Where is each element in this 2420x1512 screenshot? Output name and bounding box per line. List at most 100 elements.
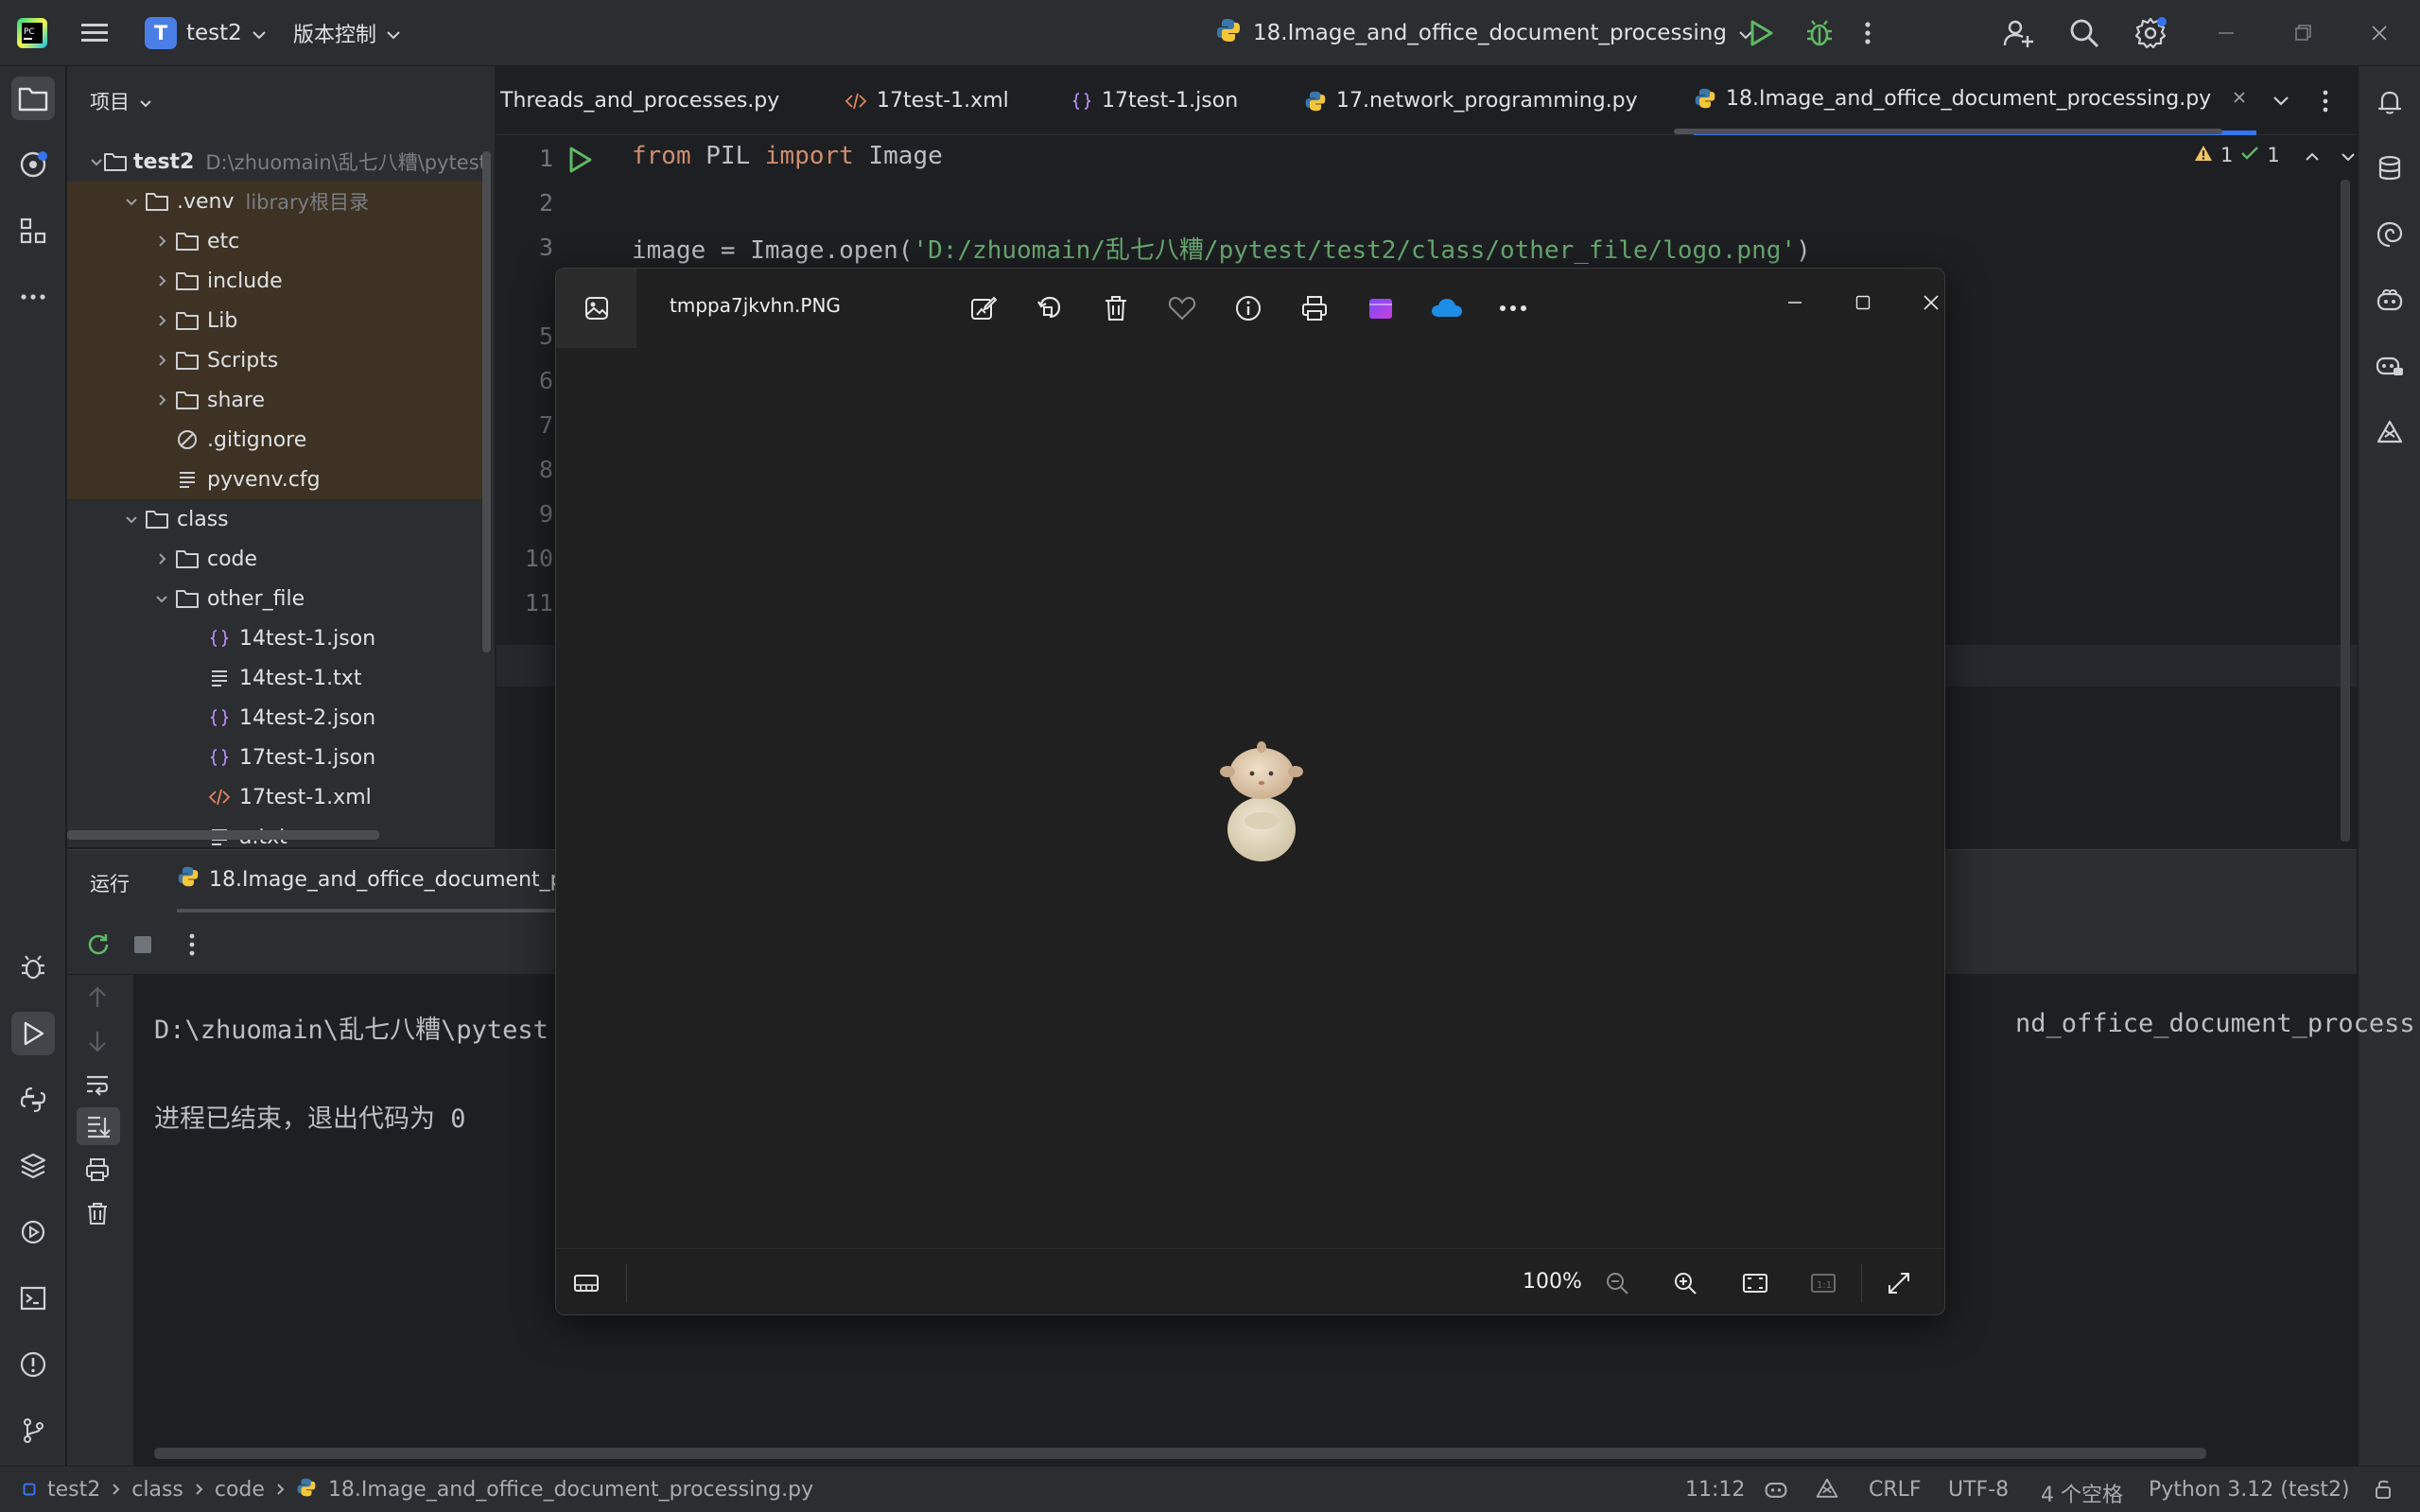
run-tool-icon[interactable] <box>11 1012 55 1055</box>
ai-status-icon[interactable] <box>1814 1477 1840 1507</box>
arrow-down-icon[interactable] <box>86 1028 109 1060</box>
copilot-status-icon[interactable] <box>1763 1477 1789 1507</box>
displayed-image[interactable] <box>1214 732 1309 864</box>
rerun-icon[interactable] <box>86 931 113 964</box>
tree-item-lib[interactable]: Lib <box>67 301 483 340</box>
tree-item-share[interactable]: share <box>67 380 483 420</box>
arrow-up-icon[interactable] <box>86 984 109 1017</box>
code-line-3[interactable]: image = Image.open('D:/zhuomain/乱七八糟/pyt… <box>632 231 1811 266</box>
delete-icon[interactable] <box>1095 287 1137 329</box>
stop-icon[interactable] <box>131 933 154 962</box>
tree-item-code[interactable]: code <box>67 539 483 579</box>
debug-tool-icon[interactable] <box>11 946 55 989</box>
breadcrumb-item[interactable]: 18.Image_and_office_document_processing.… <box>328 1478 813 1502</box>
rotate-icon[interactable] <box>1029 287 1071 329</box>
ai-assistant-icon[interactable] <box>2368 411 2411 455</box>
tree-root-test2[interactable]: test2 D:\zhuomain\乱七八糟\pytest <box>67 142 487 182</box>
filmstrip-icon[interactable] <box>566 1262 607 1304</box>
scroll-to-end-icon[interactable] <box>77 1107 120 1145</box>
project-horizontal-scrollbar[interactable] <box>67 830 379 840</box>
git-icon[interactable] <box>11 1409 55 1452</box>
run-gutter-icon[interactable] <box>566 146 593 180</box>
file-info-icon[interactable] <box>1227 287 1269 329</box>
more-tools-icon[interactable] <box>11 275 55 319</box>
structure-tool-icon[interactable] <box>11 209 55 252</box>
console-horizontal-scrollbar[interactable] <box>154 1448 2206 1459</box>
clipchamp-icon[interactable] <box>1360 287 1402 329</box>
services-icon[interactable] <box>11 1210 55 1254</box>
project-panel-header[interactable]: 项目 <box>67 66 495 136</box>
zoom-level[interactable]: 100% <box>1523 1270 1582 1294</box>
copilot-chat-icon[interactable] <box>2368 345 2411 389</box>
python-console-icon[interactable] <box>11 1078 55 1121</box>
tab-more-icon[interactable] <box>2322 66 2329 135</box>
add-user-icon[interactable] <box>2002 0 2034 66</box>
inspection-widget[interactable]: 1 1 <box>2194 144 2356 166</box>
notifications-bell-icon[interactable] <box>2368 80 2411 124</box>
indent-setting[interactable]: 4 个空格 <box>2041 1478 2123 1508</box>
print-icon[interactable] <box>84 1156 111 1189</box>
trash-icon[interactable] <box>84 1200 111 1232</box>
project-tool-icon[interactable] <box>11 77 55 120</box>
run-button[interactable] <box>1748 0 1774 66</box>
close-window-icon[interactable] <box>2370 0 2389 66</box>
editor-vertical-scrollbar[interactable] <box>2341 180 2350 842</box>
tree-item-17test-1-json[interactable]: 17test-1.json <box>67 738 483 777</box>
breadcrumb-item[interactable]: test2 <box>47 1478 100 1502</box>
minimize-window-icon[interactable] <box>2217 0 2236 66</box>
tab-17test-1-xml[interactable]: 17test-1.xml <box>844 66 1009 135</box>
viewer-minimize-icon[interactable] <box>1774 282 1816 323</box>
tree-item-scripts[interactable]: Scripts <box>67 340 483 380</box>
tab-list-chevron-icon[interactable] <box>2272 66 2289 135</box>
caret-position[interactable]: 11:12 <box>1685 1478 1745 1502</box>
tree-item-14test-1-json[interactable]: 14test-1.json <box>67 618 483 658</box>
line-separator[interactable]: CRLF <box>1869 1478 1922 1502</box>
fullscreen-icon[interactable] <box>1878 1262 1920 1304</box>
restore-window-icon[interactable] <box>2293 0 2312 66</box>
actual-size-icon[interactable]: 1:1 <box>1802 1262 1844 1304</box>
tree-item-venv[interactable]: .venv library根目录 <box>67 182 483 221</box>
fit-to-window-icon[interactable] <box>1734 1262 1776 1304</box>
tab-18-image-and-office[interactable]: 18.Image_and_office_document_processing.… <box>1694 66 2257 135</box>
main-menu-icon[interactable] <box>79 0 110 66</box>
close-tab-icon[interactable] <box>2232 87 2247 111</box>
ai-spiral-icon[interactable] <box>2368 213 2411 256</box>
tree-item-class[interactable]: class <box>67 499 483 539</box>
onedrive-cloud-icon[interactable] <box>1426 287 1468 329</box>
project-vertical-scrollbar[interactable] <box>482 151 491 652</box>
interpreter-selector[interactable]: Python 3.12 (test2) <box>2149 1478 2350 1502</box>
tree-item-etc[interactable]: etc <box>67 221 483 261</box>
tree-item-14test-2-json[interactable]: 14test-2.json <box>67 698 483 738</box>
chevron-up-icon[interactable] <box>2305 144 2320 166</box>
gallery-image-icon[interactable] <box>556 269 636 348</box>
tab-threads-and-processes[interactable]: Threads_and_processes.py <box>500 66 779 135</box>
tree-item-17test-1-xml[interactable]: 17test-1.xml <box>67 777 483 817</box>
run-tab-18-image[interactable]: 18.Image_and_office_document_pr <box>177 850 572 912</box>
chevron-down-icon[interactable] <box>2341 144 2356 166</box>
tree-item-other-file[interactable]: other_file <box>67 579 483 618</box>
tree-item-include[interactable]: include <box>67 261 483 301</box>
favorite-heart-icon[interactable] <box>1161 287 1203 329</box>
soft-wrap-icon[interactable] <box>84 1071 111 1104</box>
breadcrumb-item[interactable]: class <box>131 1478 183 1502</box>
edit-image-icon[interactable] <box>963 287 1004 329</box>
copilot-icon[interactable] <box>2368 279 2411 322</box>
viewer-close-icon[interactable] <box>1910 282 1944 323</box>
tree-item-gitignore[interactable]: .gitignore <box>67 420 483 460</box>
file-encoding[interactable]: UTF-8 <box>1948 1478 2009 1502</box>
zoom-out-icon[interactable] <box>1596 1262 1638 1304</box>
zoom-in-icon[interactable] <box>1664 1262 1706 1304</box>
tab-17-network-programming[interactable]: 17.network_programming.py <box>1304 66 1638 135</box>
see-more-icon[interactable] <box>1492 287 1534 329</box>
commit-tool-icon[interactable] <box>11 143 55 186</box>
code-line-1[interactable]: from PIL import Image <box>632 142 943 170</box>
tree-item-14test-1-txt[interactable]: 14test-1.txt <box>67 658 483 698</box>
settings-gear-icon[interactable] <box>2133 0 2168 66</box>
lock-icon[interactable] <box>2374 1478 2394 1506</box>
tab-17test-1-json[interactable]: 17test-1.json <box>1071 66 1238 135</box>
search-icon[interactable] <box>2068 0 2100 66</box>
project-selector[interactable]: T test2 <box>145 0 267 66</box>
tree-item-pyvenv-cfg[interactable]: pyvenv.cfg <box>67 460 483 499</box>
more-options-icon[interactable] <box>188 931 196 964</box>
vcs-menu[interactable]: 版本控制 <box>293 0 401 66</box>
